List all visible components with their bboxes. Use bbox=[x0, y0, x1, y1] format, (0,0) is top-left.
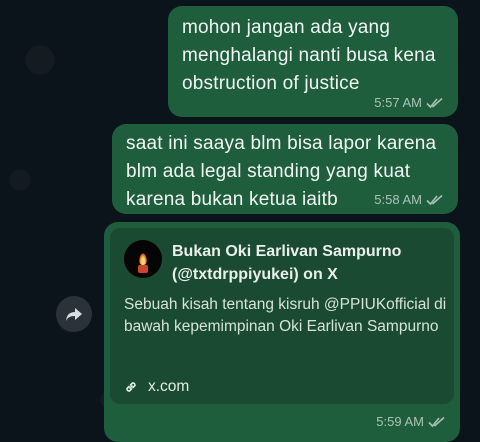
forward-arrow-icon bbox=[66, 308, 82, 321]
double-check-icon bbox=[426, 97, 444, 109]
message-meta: 5:57 AM bbox=[374, 95, 444, 110]
forward-button[interactable] bbox=[56, 296, 92, 332]
message-text: mohon jangan ada yang menghalangi nanti … bbox=[182, 17, 436, 94]
link-preview-domain: x.com bbox=[148, 378, 190, 395]
candle-icon bbox=[124, 240, 162, 278]
link-preview-card[interactable]: Bukan Oki Earlivan Sampurno (@txtdrppiyu… bbox=[110, 228, 454, 404]
double-check-icon bbox=[428, 416, 446, 428]
message-bubble-outgoing[interactable]: mohon jangan ada yang menghalangi nanti … bbox=[168, 6, 458, 117]
message-time: 5:59 AM bbox=[376, 414, 424, 429]
link-preview-description: Sebuah kisah tentang kisruh @PPIUKoffici… bbox=[124, 296, 447, 335]
link-preview-domain-row[interactable]: x.com bbox=[124, 378, 189, 396]
message-meta: 5:58 AM bbox=[374, 192, 444, 207]
link-icon bbox=[124, 380, 138, 394]
message-bubble-outgoing[interactable]: Bukan Oki Earlivan Sampurno (@txtdrppiyu… bbox=[104, 222, 460, 442]
double-check-icon bbox=[426, 194, 444, 206]
message-bubble-outgoing[interactable]: saat ini saaya blm bisa lapor karena blm… bbox=[112, 124, 458, 214]
message-meta: 5:59 AM bbox=[376, 414, 446, 429]
message-time: 5:57 AM bbox=[374, 95, 422, 110]
message-time: 5:58 AM bbox=[374, 192, 422, 207]
link-preview-title: Bukan Oki Earlivan Sampurno (@txtdrppiyu… bbox=[172, 243, 402, 283]
